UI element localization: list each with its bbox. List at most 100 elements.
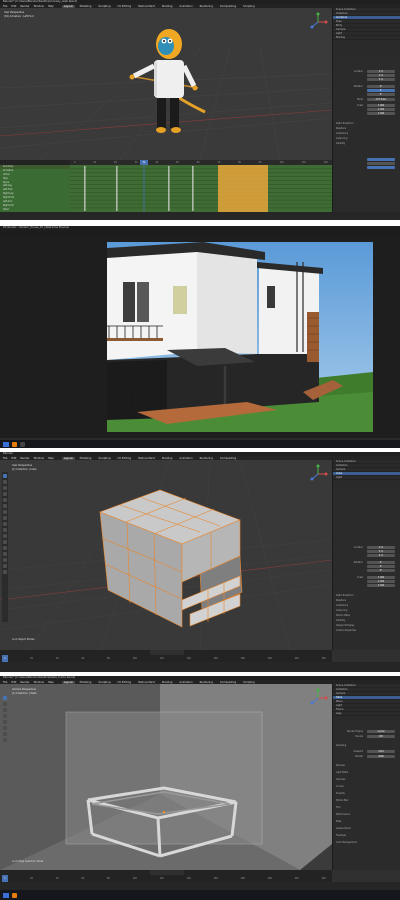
- monkey-character[interactable]: [110, 26, 230, 136]
- prop-section-delta[interactable]: Delta Transform: [336, 122, 353, 125]
- location-y-field[interactable]: 0 m: [367, 550, 395, 553]
- prop-section-curves[interactable]: Curves: [336, 785, 344, 788]
- transform-tool[interactable]: [3, 726, 7, 730]
- keyframe-area[interactable]: [70, 165, 332, 212]
- prop-section-instancing[interactable]: Instancing: [336, 609, 347, 612]
- navigation-gizmo[interactable]: [308, 688, 328, 708]
- 3d-viewport[interactable]: User Perspective (34) Armature : Left.Fo…: [0, 8, 332, 160]
- prop-section-instancing[interactable]: Instancing: [336, 137, 347, 140]
- cursor-tool[interactable]: [3, 702, 7, 706]
- timeline[interactable]: 0 20 40 60 80 100 120 140 160 180 200 22…: [0, 870, 332, 882]
- scale-x-field[interactable]: 1.000: [367, 104, 395, 107]
- scale-z-field[interactable]: 1.000: [367, 584, 395, 587]
- playback-controls[interactable]: [150, 650, 184, 655]
- rotation-y-field[interactable]: 0°: [367, 89, 395, 92]
- rotation-x-field[interactable]: 0°: [367, 561, 395, 564]
- knife-tool[interactable]: [3, 546, 7, 550]
- prop-section-visibility[interactable]: Visibility: [336, 142, 345, 145]
- location-x-field[interactable]: 0 m: [367, 70, 395, 73]
- prop-section-custom-properties[interactable]: Custom Properties: [336, 629, 356, 632]
- move-tool[interactable]: [3, 486, 7, 490]
- rotation-z-field[interactable]: 0°: [367, 93, 395, 96]
- scale-tool[interactable]: [3, 720, 7, 724]
- annotate-tool[interactable]: [3, 732, 7, 736]
- location-y-field[interactable]: 0 m: [367, 74, 395, 77]
- room-scene[interactable]: [0, 684, 332, 870]
- 3d-viewport[interactable]: Camera Perspective (1) Collection | Tabl…: [0, 684, 332, 870]
- navigation-gizmo[interactable]: [308, 464, 328, 484]
- prop-section-collections[interactable]: Collections: [336, 132, 348, 135]
- prop-section-bake[interactable]: Bake: [336, 820, 341, 823]
- prop-section-color-management[interactable]: Color Management: [336, 841, 357, 844]
- blender-app-icon[interactable]: [12, 892, 17, 898]
- inset-tool[interactable]: [3, 528, 7, 532]
- prop-section-motion-blur[interactable]: Motion Blur: [336, 799, 349, 802]
- measure-tool[interactable]: [3, 516, 7, 520]
- smooth-tool[interactable]: [3, 564, 7, 568]
- render-engine-select[interactable]: Cycles: [367, 730, 395, 733]
- scale-x-field[interactable]: 1.000: [367, 576, 395, 579]
- rotate-tool[interactable]: [3, 714, 7, 718]
- prop-section-relations[interactable]: Relations: [336, 599, 346, 602]
- render-samples-field[interactable]: 4096: [367, 755, 395, 758]
- render-app-icon[interactable]: [20, 441, 25, 447]
- rotate-tool[interactable]: [3, 492, 7, 496]
- move-tool[interactable]: [3, 708, 7, 712]
- prop-section-simplify[interactable]: Simplify: [336, 792, 345, 795]
- rotation-z-field[interactable]: 0°: [367, 569, 395, 572]
- navigation-gizmo[interactable]: [308, 12, 328, 32]
- rotation-x-field[interactable]: 0°: [367, 85, 395, 88]
- select-box-tool[interactable]: [3, 696, 7, 700]
- start-icon[interactable]: [3, 441, 9, 447]
- prop-section-motion-paths[interactable]: Motion Paths: [336, 614, 350, 617]
- house-render[interactable]: [107, 242, 373, 432]
- render-toggle[interactable]: [367, 166, 395, 169]
- viewport-display-field[interactable]: [367, 162, 395, 165]
- scale-y-field[interactable]: 1.000: [367, 580, 395, 583]
- prop-section-freestyle[interactable]: Freestyle: [336, 834, 346, 837]
- select-box-tool[interactable]: [3, 474, 7, 478]
- frame-ruler[interactable]: 0 20 40 60 80 100 120 140 160 180 200 22…: [0, 655, 332, 662]
- extrude-tool[interactable]: [3, 522, 7, 526]
- prop-section-light-paths[interactable]: Light Paths: [336, 771, 348, 774]
- prop-section-performance[interactable]: Performance: [336, 813, 350, 816]
- prop-section-relations[interactable]: Relations: [336, 127, 346, 130]
- prop-section-film[interactable]: Film: [336, 806, 340, 809]
- location-z-field[interactable]: 0 m: [367, 78, 395, 81]
- subdivided-cube[interactable]: [90, 482, 250, 632]
- poly-build-tool[interactable]: [3, 552, 7, 556]
- spin-tool[interactable]: [3, 558, 7, 562]
- device-select[interactable]: CPU: [367, 735, 395, 738]
- loop-cut-tool[interactable]: [3, 540, 7, 544]
- prop-section-grease-pencil[interactable]: Grease Pencil: [336, 827, 351, 830]
- bevel-tool[interactable]: [3, 534, 7, 538]
- frame-ruler[interactable]: 0 20 40 60 80 100 120 140 160 180 200 22…: [0, 875, 332, 882]
- outliner-row-legs[interactable]: Legs: [333, 712, 400, 716]
- outliner-row-light[interactable]: Light: [333, 476, 400, 480]
- scale-y-field[interactable]: 1.000: [367, 108, 395, 111]
- prop-section-sampling[interactable]: Sampling: [336, 744, 346, 747]
- 3d-viewport[interactable]: User Perspective (1) Collection | Cube L…: [0, 460, 332, 650]
- transform-tool[interactable]: [3, 504, 7, 508]
- blender-app-icon[interactable]: [12, 441, 17, 447]
- prop-section-viewport-display[interactable]: Viewport Display: [336, 624, 354, 627]
- rotation-mode-select[interactable]: XYZ Euler: [367, 98, 395, 101]
- location-x-field[interactable]: 0 m: [367, 546, 395, 549]
- prop-section-delta[interactable]: Delta Transform: [336, 594, 353, 597]
- dope-sheet[interactable]: 0 10 20 30 40 50 60 70 80 90 100 110 120…: [0, 160, 332, 212]
- measure-tool[interactable]: [3, 738, 7, 742]
- prop-section-volumes[interactable]: Volumes: [336, 778, 345, 781]
- shear-tool[interactable]: [3, 570, 7, 574]
- scale-z-field[interactable]: 1.000: [367, 112, 395, 115]
- outliner-row-monkey[interactable]: Monkey: [333, 36, 400, 40]
- current-frame-indicator[interactable]: 1: [2, 875, 8, 882]
- annotate-tool[interactable]: [3, 510, 7, 514]
- viewport-samples-field[interactable]: 1024: [367, 750, 395, 753]
- scale-tool[interactable]: [3, 498, 7, 502]
- playback-controls[interactable]: [150, 870, 184, 875]
- prop-section-visibility[interactable]: Visibility: [336, 619, 345, 622]
- prop-section-collections[interactable]: Collections: [336, 604, 348, 607]
- start-icon[interactable]: [3, 892, 9, 898]
- prop-section-denoise[interactable]: Denoise: [336, 764, 345, 767]
- location-z-field[interactable]: 0 m: [367, 554, 395, 557]
